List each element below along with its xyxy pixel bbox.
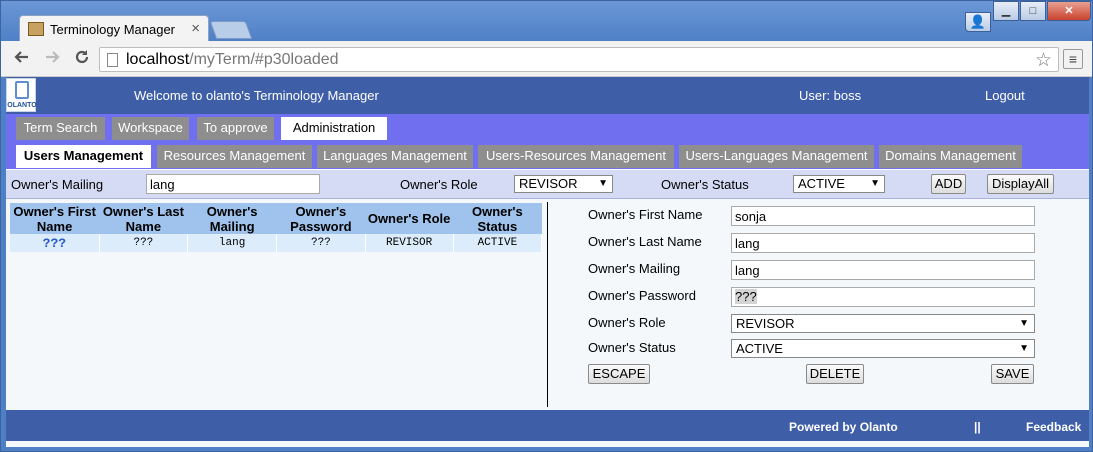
tab-term-search[interactable]: Term Search (16, 117, 105, 140)
add-button[interactable]: ADD (931, 174, 966, 194)
panel-divider (547, 202, 548, 407)
page-bottom (6, 441, 1089, 447)
display-all-button[interactable]: DisplayAll (987, 174, 1054, 194)
logo-text: OLANTO (7, 102, 37, 109)
dropdown-arrow-icon: ▼ (598, 178, 608, 189)
password-value: ??? (735, 289, 757, 304)
status-label: Owner's Status (588, 340, 676, 355)
filter-bar: Owner's Mailing Owner's Role REVISOR ▼ O… (6, 169, 1089, 199)
tab-to-approve[interactable]: To approve (197, 117, 274, 140)
filter-status-label: Owner's Status (661, 177, 749, 192)
status-value: ACTIVE (736, 341, 783, 356)
sub-tab-bar: Users Management Resources Management La… (6, 140, 1089, 169)
browser-window: Terminology Manager × 👤 ▁ □ ✕ localhost/… (0, 0, 1093, 452)
dropdown-arrow-icon: ▼ (1019, 343, 1029, 354)
welcome-text: Welcome to olanto's Terminology Manager (134, 88, 379, 103)
tab-administration[interactable]: Administration (281, 117, 387, 140)
role-select[interactable]: REVISOR ▼ (731, 314, 1035, 333)
filter-mailing-label: Owner's Mailing (11, 177, 104, 192)
col-password[interactable]: Owner's Password (276, 203, 365, 234)
maximize-icon[interactable]: □ (1020, 1, 1046, 21)
col-last-name[interactable]: Owner's Last Name (99, 203, 188, 234)
subtab-resources-management[interactable]: Resources Management (157, 145, 312, 168)
role-value: REVISOR (736, 316, 795, 331)
cell-password: ??? (276, 234, 366, 252)
filter-status-select[interactable]: ACTIVE ▼ (793, 175, 885, 193)
back-arrow-icon[interactable] (11, 48, 33, 70)
delete-button[interactable]: DELETE (806, 364, 864, 384)
mailing-field[interactable] (731, 260, 1035, 280)
address-bar[interactable]: localhost/myTerm/#p30loaded ☆ (99, 47, 1059, 72)
title-bar: Terminology Manager × 👤 ▁ □ ✕ (1, 1, 1092, 42)
logo-mark-icon (15, 81, 29, 99)
app-footer: Powered by Olanto || Feedback (6, 410, 1089, 441)
cell-last-name: ??? (99, 234, 189, 252)
bookmark-star-icon[interactable]: ☆ (1035, 49, 1052, 72)
status-select[interactable]: ACTIVE ▼ (731, 339, 1035, 358)
cell-mailing: lang (187, 234, 278, 252)
col-status[interactable]: Owner's Status (453, 203, 542, 234)
subtab-domains-management[interactable]: Domains Management (879, 145, 1022, 168)
save-button[interactable]: SAVE (991, 364, 1034, 384)
new-tab-button[interactable] (209, 21, 253, 39)
filter-mailing-input[interactable] (146, 174, 320, 194)
tab-workspace[interactable]: Workspace (112, 117, 189, 140)
password-field[interactable]: ??? (731, 287, 1035, 307)
dropdown-arrow-icon: ▼ (1019, 318, 1029, 329)
cell-first-name[interactable]: ??? (10, 234, 100, 252)
favicon-icon (28, 22, 44, 36)
minimize-icon[interactable]: ▁ (993, 1, 1019, 21)
subtab-users-management[interactable]: Users Management (16, 145, 151, 168)
owners-table: Owner's First Name Owner's Last Name Owner… (10, 203, 543, 252)
user-profile-icon[interactable]: 👤 (965, 12, 991, 32)
logout-link[interactable]: Logout (985, 88, 1025, 103)
app-header: OLANTO Welcome to olanto's Terminology M… (6, 77, 1089, 114)
escape-button[interactable]: ESCAPE (588, 364, 650, 384)
subtab-languages-management[interactable]: Languages Management (317, 145, 473, 168)
menu-icon[interactable]: ≡ (1063, 49, 1083, 69)
table-row[interactable]: ??? ??? lang ??? REVISOR ACTIVE (10, 234, 543, 252)
browser-toolbar: localhost/myTerm/#p30loaded ☆ ≡ (1, 41, 1092, 77)
col-mailing[interactable]: Owner's Mailing (187, 203, 277, 234)
first-name-label: Owner's First Name (588, 207, 703, 222)
main-tab-bar: Term Search Workspace To approve Adminis… (6, 114, 1089, 140)
tab-close-icon[interactable]: × (191, 20, 200, 37)
last-name-field[interactable] (731, 233, 1035, 253)
col-role[interactable]: Owner's Role (365, 203, 454, 234)
powered-by-text: Powered by Olanto (789, 420, 898, 434)
page-icon (107, 53, 118, 67)
feedback-link[interactable]: Feedback (1026, 420, 1081, 434)
reload-icon[interactable] (71, 48, 93, 70)
role-label: Owner's Role (588, 315, 666, 330)
footer-separator: || (974, 420, 981, 434)
subtab-users-resources-management[interactable]: Users-Resources Management (478, 145, 674, 168)
filter-role-select[interactable]: REVISOR ▼ (514, 175, 613, 193)
filter-role-value: REVISOR (519, 176, 578, 191)
filter-role-label: Owner's Role (400, 177, 478, 192)
first-name-field[interactable] (731, 206, 1035, 226)
current-user: User: boss (799, 88, 862, 103)
cell-role: REVISOR (365, 234, 454, 252)
browser-tab[interactable]: Terminology Manager × (19, 15, 209, 42)
tab-title: Terminology Manager (50, 22, 176, 37)
cell-status: ACTIVE (453, 234, 543, 252)
close-window-icon[interactable]: ✕ (1047, 1, 1091, 21)
mailing-label: Owner's Mailing (588, 261, 681, 276)
olanto-logo: OLANTO (6, 78, 37, 112)
dropdown-arrow-icon: ▼ (870, 178, 880, 189)
col-first-name[interactable]: Owner's First Name (10, 203, 100, 234)
table-header-row: Owner's First Name Owner's Last Name Owner… (10, 203, 542, 234)
app-page: OLANTO Welcome to olanto's Terminology M… (6, 77, 1089, 447)
password-label: Owner's Password (588, 288, 696, 303)
subtab-users-languages-management[interactable]: Users-Languages Management (679, 145, 874, 168)
filter-status-value: ACTIVE (798, 176, 845, 191)
url-text: localhost/myTerm/#p30loaded (126, 51, 339, 68)
forward-arrow-icon[interactable] (41, 48, 63, 70)
last-name-label: Owner's Last Name (588, 234, 702, 249)
